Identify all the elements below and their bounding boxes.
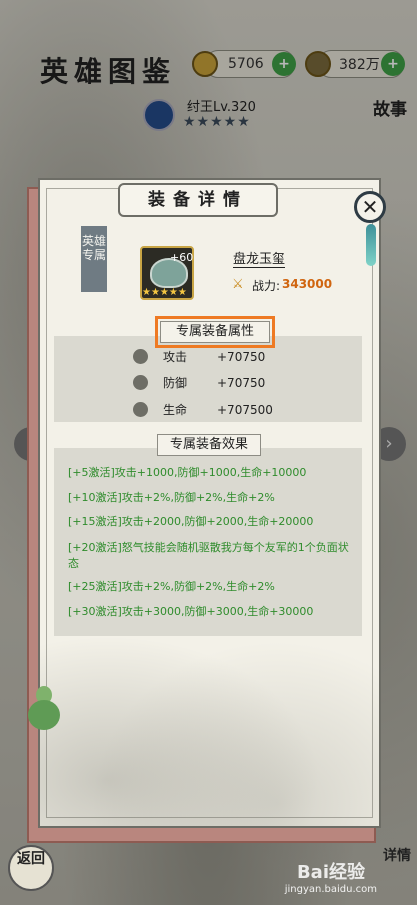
popup-header: 装备详情	[118, 183, 278, 217]
effect-item: [+25激活]攻击+2%,防御+2%,生命+2%	[68, 580, 275, 593]
attribute-row: 攻击 +70750	[133, 348, 265, 365]
effect-item: [+5激活]攻击+1000,防御+1000,生命+10000	[68, 466, 307, 479]
defense-icon	[133, 375, 148, 390]
back-button[interactable]: 返回	[8, 845, 54, 891]
effect-item: [+10激活]攻击+2%,防御+2%,生命+2%	[68, 491, 275, 504]
power-value: 343000	[282, 277, 333, 291]
power-icon: ⚔	[232, 277, 244, 292]
power-label: 战力:	[252, 279, 281, 293]
close-icon[interactable]: ✕	[354, 191, 386, 223]
effect-item: [+20激活]怒气技能会随机驱散我方每个友军的1个负面状态	[68, 541, 349, 570]
equipment-stars: ★★★★★	[142, 287, 187, 298]
watermark-url: jingyan.baidu.com	[284, 884, 377, 895]
hero-exclusive-tag: 英雄专属	[81, 226, 107, 292]
gourd-decoration-icon	[24, 686, 64, 734]
highlight-box	[155, 316, 275, 348]
equipment-name: 盘龙玉玺	[233, 248, 286, 268]
tassel-decoration	[366, 224, 376, 266]
hp-icon	[133, 402, 148, 417]
attribute-row: 生命 +707500	[133, 401, 273, 418]
attack-icon	[133, 349, 148, 364]
watermark: Bai经验	[296, 862, 365, 883]
equipment-level: +60	[170, 251, 194, 264]
effect-item: [+30激活]攻击+3000,防御+3000,生命+30000	[68, 605, 314, 618]
tab-exclusive-effects: 专属装备效果	[157, 434, 261, 456]
attribute-row: 防御 +70750	[133, 374, 265, 391]
effect-item: [+15激活]攻击+2000,防御+2000,生命+20000	[68, 515, 314, 528]
